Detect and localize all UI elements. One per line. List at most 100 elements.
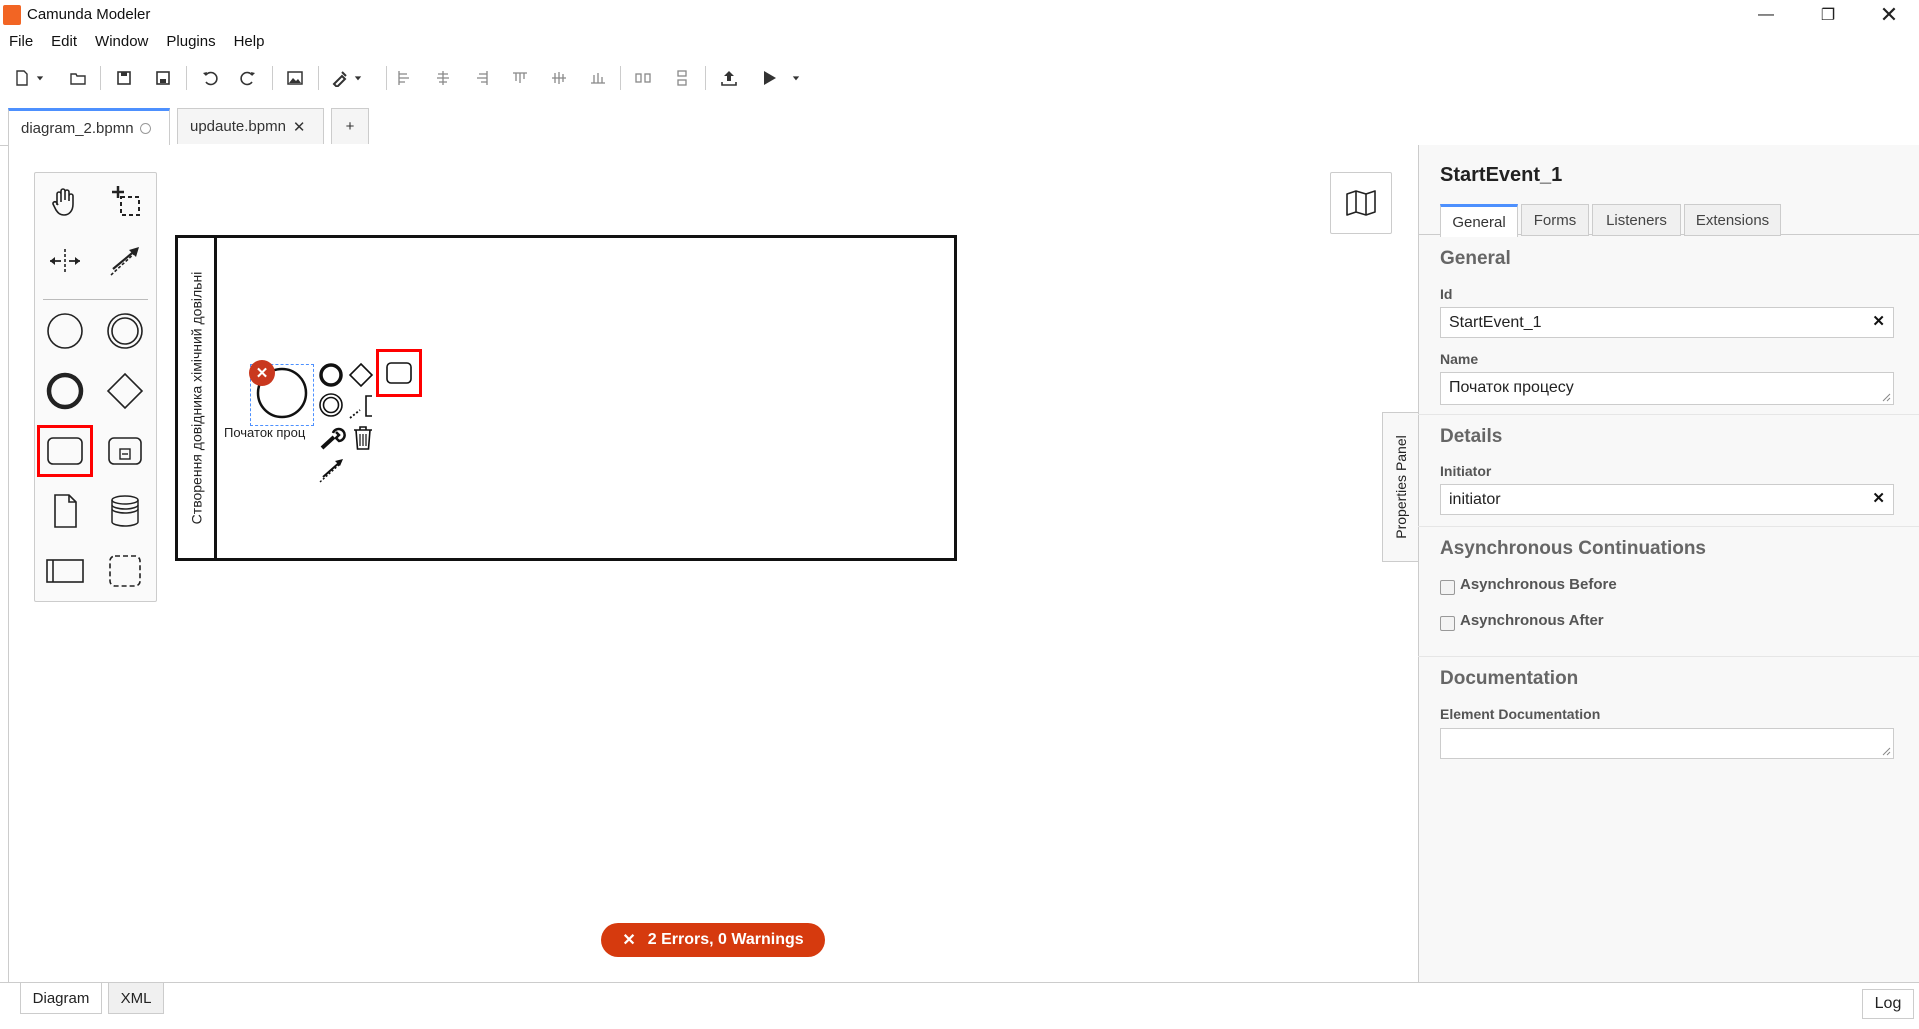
tab-label: updaute.bpmn [190, 118, 286, 135]
lasso-tool-icon[interactable] [101, 177, 149, 225]
start-instance-icon[interactable] [757, 66, 781, 90]
error-marker-icon[interactable]: ✕ [249, 360, 275, 386]
save-icon[interactable] [112, 66, 136, 90]
delete-trash-icon[interactable] [350, 424, 376, 457]
id-value: StartEvent_1 [1449, 314, 1542, 331]
properties-tab-general[interactable]: General [1440, 204, 1518, 237]
async-after-checkbox[interactable] [1440, 616, 1455, 631]
global-connect-tool-icon[interactable] [101, 237, 149, 285]
task-tool-icon[interactable] [37, 425, 93, 477]
subprocess-tool-icon[interactable] [101, 427, 149, 475]
append-intermediate-event-icon[interactable] [318, 392, 344, 423]
properties-panel-toggle[interactable]: Properties Panel [1382, 412, 1418, 562]
properties-tab-forms[interactable]: Forms [1521, 204, 1589, 236]
initiator-value: initiator [1449, 491, 1501, 508]
distribute-vertical-icon[interactable] [670, 66, 694, 90]
id-label: Id [1440, 286, 1453, 302]
log-button[interactable]: Log [1862, 989, 1914, 1019]
group-tool-icon[interactable] [101, 547, 149, 595]
append-text-annotation-icon[interactable] [348, 394, 376, 425]
start-event-tool-icon[interactable] [41, 307, 89, 355]
properties-tab-extensions[interactable]: Extensions [1684, 204, 1781, 236]
menu-bar: File Edit Window Plugins Help [0, 30, 1919, 54]
async-before-label[interactable]: Asynchronous Before [1460, 576, 1617, 593]
append-end-event-icon[interactable] [318, 362, 344, 393]
element-title: StartEvent_1 [1440, 164, 1563, 186]
tab-bar: diagram_2.bpmn updaute.bpmn ✕ + [0, 108, 1919, 146]
align-center-icon[interactable] [431, 66, 455, 90]
close-window-icon[interactable]: ✕ [1866, 0, 1912, 30]
toolbar-divider [318, 66, 319, 90]
toolbar-divider [620, 66, 621, 90]
section-divider [1418, 656, 1919, 657]
start-instance-dropdown-icon[interactable] [790, 66, 802, 90]
hand-tool-icon[interactable] [41, 177, 89, 225]
id-input[interactable]: StartEvent_1 ✕ [1440, 307, 1894, 338]
minimap-toggle-icon[interactable] [1330, 172, 1392, 234]
toolbar-divider [186, 66, 187, 90]
change-type-wrench-icon[interactable] [318, 426, 346, 457]
undo-icon[interactable] [198, 66, 222, 90]
async-section-title: Asynchronous Continuations [1440, 538, 1706, 559]
space-tool-icon[interactable] [41, 237, 89, 285]
clear-initiator-icon[interactable]: ✕ [1872, 489, 1885, 507]
pool-tool-icon[interactable] [41, 547, 89, 595]
xml-view-tab[interactable]: XML [108, 983, 164, 1014]
open-folder-icon[interactable] [66, 66, 90, 90]
async-before-checkbox[interactable] [1440, 580, 1455, 595]
deploy-icon[interactable] [717, 66, 741, 90]
errors-status-pill[interactable]: ✕ 2 Errors, 0 Warnings [601, 923, 825, 957]
name-textarea[interactable]: Початок процесу [1440, 372, 1894, 405]
append-gateway-icon[interactable] [348, 362, 374, 393]
gateway-tool-icon[interactable] [101, 367, 149, 415]
export-image-icon[interactable] [283, 66, 307, 90]
tool-palette [34, 172, 157, 602]
async-after-label[interactable]: Asynchronous After [1460, 612, 1604, 629]
data-object-tool-icon[interactable] [41, 487, 89, 535]
clear-id-icon[interactable]: ✕ [1872, 312, 1885, 330]
new-file-dropdown-icon[interactable] [34, 66, 46, 90]
tab-label: diagram_2.bpmn [21, 120, 134, 137]
lane-label[interactable]: Створення довідника хімічний довільні [188, 272, 204, 525]
connect-icon[interactable] [318, 456, 346, 489]
restore-icon[interactable]: ❐ [1805, 0, 1851, 30]
align-right-icon[interactable] [470, 66, 494, 90]
palette-divider [43, 299, 148, 300]
edit-tools-dropdown-icon[interactable] [352, 66, 364, 90]
tab-updaute[interactable]: updaute.bpmn ✕ [177, 108, 324, 144]
menu-edit[interactable]: Edit [42, 30, 86, 54]
align-top-icon[interactable] [508, 66, 532, 90]
intermediate-event-tool-icon[interactable] [101, 307, 149, 355]
redo-icon[interactable] [236, 66, 260, 90]
title-bar: Camunda Modeler — ❐ ✕ [0, 0, 1919, 30]
new-file-icon[interactable] [10, 66, 34, 90]
align-left-icon[interactable] [392, 66, 416, 90]
properties-panel-toggle-label: Properties Panel [1392, 435, 1409, 539]
save-as-icon[interactable] [151, 66, 175, 90]
unsaved-indicator-icon [139, 123, 151, 134]
element-documentation-textarea[interactable] [1440, 728, 1894, 759]
align-bottom-icon[interactable] [586, 66, 610, 90]
tab-diagram-2[interactable]: diagram_2.bpmn [8, 108, 170, 146]
new-tab-button[interactable]: + [331, 108, 369, 144]
menu-plugins[interactable]: Plugins [157, 30, 224, 54]
minimize-icon[interactable]: — [1743, 0, 1789, 30]
menu-file[interactable]: File [0, 30, 42, 54]
resize-handle-icon[interactable] [1881, 746, 1891, 756]
align-middle-icon[interactable] [547, 66, 571, 90]
diagram-view-tab[interactable]: Diagram [20, 983, 102, 1014]
data-store-tool-icon[interactable] [101, 487, 149, 535]
close-tab-icon[interactable]: ✕ [293, 118, 306, 136]
resize-handle-icon[interactable] [1881, 392, 1891, 402]
properties-tab-listeners[interactable]: Listeners [1592, 204, 1681, 236]
edit-tools-icon[interactable] [328, 66, 352, 90]
end-event-tool-icon[interactable] [41, 367, 89, 415]
menu-window[interactable]: Window [86, 30, 157, 54]
menu-help[interactable]: Help [225, 30, 274, 54]
append-task-icon[interactable] [376, 349, 422, 397]
name-label: Name [1440, 351, 1479, 367]
initiator-input[interactable]: initiator ✕ [1440, 484, 1894, 515]
distribute-horizontal-icon[interactable] [631, 66, 655, 90]
start-event-label[interactable]: Початок проц [224, 425, 305, 440]
errors-text: 2 Errors, 0 Warnings [647, 931, 804, 948]
